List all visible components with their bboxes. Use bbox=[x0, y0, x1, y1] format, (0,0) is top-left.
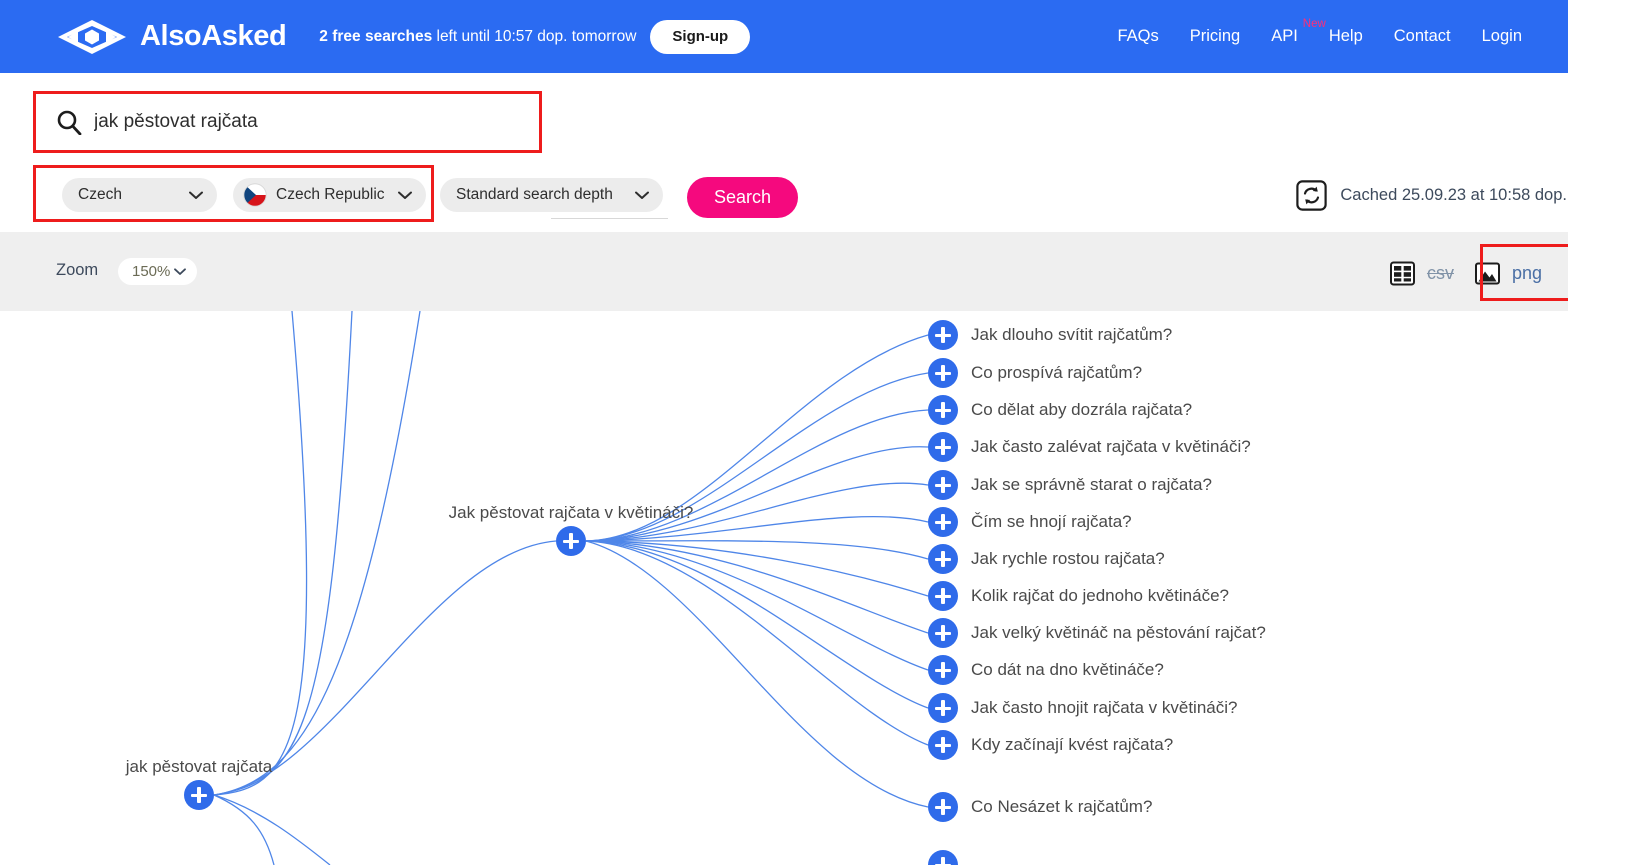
language-select[interactable]: Czech bbox=[62, 178, 217, 212]
search-input[interactable] bbox=[94, 111, 514, 133]
mindmap-root-node[interactable]: jak pěstovat rajčata bbox=[126, 757, 272, 810]
czech-republic-flag-icon bbox=[243, 183, 267, 207]
mindmap-child-node[interactable]: Kolik rajčat do jednoho květináče? bbox=[928, 581, 1229, 611]
mindmap-links bbox=[213, 311, 929, 865]
mindmap-child-label: Co prospívá rajčatům? bbox=[971, 363, 1143, 382]
export-png-label: png bbox=[1511, 263, 1542, 283]
expand-node-button[interactable] bbox=[928, 850, 958, 865]
free-searches-count: 2 free searches bbox=[319, 27, 433, 45]
zoom-select[interactable]: 150% bbox=[118, 258, 198, 285]
expand-node-button[interactable] bbox=[928, 581, 958, 611]
chevron-down-icon bbox=[189, 191, 203, 200]
nav-item-api-label: API bbox=[1271, 27, 1298, 45]
nav-item-faqs[interactable]: FAQs bbox=[1118, 27, 1159, 46]
upload-divider bbox=[551, 218, 668, 219]
expand-node-button[interactable] bbox=[556, 526, 586, 556]
page-scrollbar-gutter[interactable] bbox=[1568, 0, 1629, 865]
mindmap-child-label: Jak často zalévat rajčata v květináči? bbox=[971, 437, 1251, 456]
image-mountain-icon bbox=[1474, 260, 1501, 287]
nav-item-pricing[interactable]: Pricing bbox=[1190, 27, 1240, 46]
refresh-icon[interactable] bbox=[1296, 180, 1328, 211]
free-searches-detail: left until 10:57 dop. tomorrow bbox=[432, 27, 637, 45]
zoom-label: Zoom bbox=[56, 261, 99, 279]
mindmap-child-node[interactable]: Co prospívá rajčatům? bbox=[928, 358, 1142, 388]
expand-node-button[interactable] bbox=[928, 792, 958, 822]
main-nav: FAQs Pricing API New Help Contact Login bbox=[1118, 18, 1523, 46]
mindmap-child-label: Kolik rajčat do jednoho květináče? bbox=[971, 586, 1229, 605]
nav-item-api[interactable]: API New bbox=[1271, 18, 1326, 46]
signup-button[interactable]: Sign-up bbox=[650, 19, 751, 54]
mindmap-child-label: Jak se správně starat o rajčata? bbox=[971, 475, 1212, 494]
brand-logo[interactable]: AlsoAsked bbox=[56, 18, 287, 56]
mindmap-child-node[interactable]: Jak velký květináč na pěstování rajčat? bbox=[928, 618, 1266, 648]
mindmap-child-label: Jak dlouho svítit rajčatům? bbox=[971, 325, 1173, 344]
nav-item-login[interactable]: Login bbox=[1482, 27, 1522, 46]
mindmap-child-label: Čím se hnojí rajčata? bbox=[971, 512, 1132, 531]
mindmap-child-node[interactable]: Jak rychle rostou rajčata? bbox=[928, 544, 1165, 574]
nav-item-contact[interactable]: Contact bbox=[1394, 27, 1451, 46]
free-searches-note: 2 free searches left until 10:57 dop. to… bbox=[319, 28, 636, 46]
mindmap-branch-node[interactable]: Jak pěstovat rajčata v květináči? bbox=[449, 503, 693, 556]
mindmap-child-label: Jak často hnojit rajčata v květináči? bbox=[971, 698, 1238, 717]
expand-node-button[interactable] bbox=[928, 432, 958, 462]
table-grid-icon bbox=[1389, 260, 1416, 287]
mindmap-child-label: Jak rychle rostou rajčata? bbox=[971, 549, 1165, 568]
search-field-highlight bbox=[33, 91, 542, 153]
mindmap-child-label: Co Nesázet k rajčatům? bbox=[971, 797, 1153, 816]
mindmap-child-node[interactable]: Jak se správně starat o rajčata? bbox=[928, 470, 1212, 500]
chevron-down-icon bbox=[635, 191, 649, 200]
mindmap-child-node[interactable]: Co dělat aby dozrála rajčata? bbox=[928, 395, 1192, 425]
country-select[interactable]: Czech Republic bbox=[233, 178, 426, 212]
search-icon bbox=[56, 109, 82, 136]
expand-node-button[interactable] bbox=[928, 470, 958, 500]
nav-item-help[interactable]: Help bbox=[1329, 27, 1363, 46]
mindmap-child-node[interactable]: Čím se hnojí rajčata? bbox=[928, 507, 1132, 537]
mindmap-child-label: Jak velký květináč na pěstování rajčat? bbox=[971, 623, 1266, 642]
nav-item-api-new-badge: New bbox=[1302, 18, 1326, 30]
expand-node-button[interactable] bbox=[928, 655, 958, 685]
site-header: AlsoAsked 2 free searches left until 10:… bbox=[0, 0, 1568, 73]
expand-node-button[interactable] bbox=[928, 395, 958, 425]
mindmap-child-node-partial[interactable] bbox=[928, 850, 958, 865]
mindmap-child-label: Co dělat aby dozrála rajčata? bbox=[971, 400, 1193, 419]
mindmap-child-label: Co dát na dno květináče? bbox=[971, 660, 1164, 679]
mindmap-child-node[interactable]: Jak často hnojit rajčata v květináči? bbox=[928, 693, 1237, 723]
mindmap-child-node[interactable]: Kdy začínají kvést rajčata? bbox=[928, 730, 1173, 760]
search-button[interactable]: Search bbox=[687, 177, 799, 218]
mindmap-canvas[interactable]: jak pěstovat rajčata Jak pěstovat rajčat… bbox=[0, 311, 1568, 865]
search-depth-select[interactable]: Standard search depth bbox=[440, 178, 663, 212]
expand-node-button[interactable] bbox=[928, 358, 958, 388]
alsoasked-diamond-logo-icon bbox=[56, 18, 128, 56]
export-csv-label: csv bbox=[1426, 263, 1454, 283]
mindmap-child-node[interactable]: Jak dlouho svítit rajčatům? bbox=[928, 320, 1172, 350]
mindmap-root-label: jak pěstovat rajčata bbox=[125, 757, 273, 776]
brand-name: AlsoAsked bbox=[140, 20, 287, 52]
expand-node-button[interactable] bbox=[928, 693, 958, 723]
mindmap-child-node[interactable]: Co dát na dno květináče? bbox=[928, 655, 1164, 685]
expand-node-button[interactable] bbox=[928, 320, 958, 350]
language-select-value: Czech bbox=[78, 186, 122, 203]
expand-node-button[interactable] bbox=[184, 780, 214, 810]
export-group: csv png bbox=[1379, 252, 1552, 295]
expand-node-button[interactable] bbox=[928, 544, 958, 574]
export-png-button[interactable]: png bbox=[1464, 252, 1552, 295]
expand-node-button[interactable] bbox=[928, 507, 958, 537]
mindmap-child-node[interactable]: Co Nesázet k rajčatům? bbox=[928, 792, 1152, 822]
mindmap-child-node[interactable]: Jak často zalévat rajčata v květináči? bbox=[928, 432, 1251, 462]
expand-node-button[interactable] bbox=[928, 618, 958, 648]
export-csv-button[interactable]: csv bbox=[1379, 252, 1464, 295]
app-window: AlsoAsked 2 free searches left until 10:… bbox=[0, 0, 1629, 865]
expand-node-button[interactable] bbox=[928, 730, 958, 760]
chevron-down-icon bbox=[398, 191, 412, 200]
chevron-down-icon bbox=[174, 263, 187, 280]
mindmap-child-label: Kdy začínají kvést rajčata? bbox=[971, 735, 1174, 754]
search-row: Or upload CSV Search bbox=[0, 73, 1568, 219]
cache-status: Cached 25.09.23 at 10:58 dop. bbox=[1296, 180, 1567, 211]
country-select-value: Czech Republic bbox=[276, 186, 385, 203]
zoom-select-value: 150% bbox=[132, 263, 171, 280]
cache-status-text: Cached 25.09.23 at 10:58 dop. bbox=[1340, 186, 1567, 204]
mindmap-branch-label: Jak pěstovat rajčata v květináči? bbox=[448, 503, 694, 522]
search-depth-value: Standard search depth bbox=[456, 186, 613, 203]
